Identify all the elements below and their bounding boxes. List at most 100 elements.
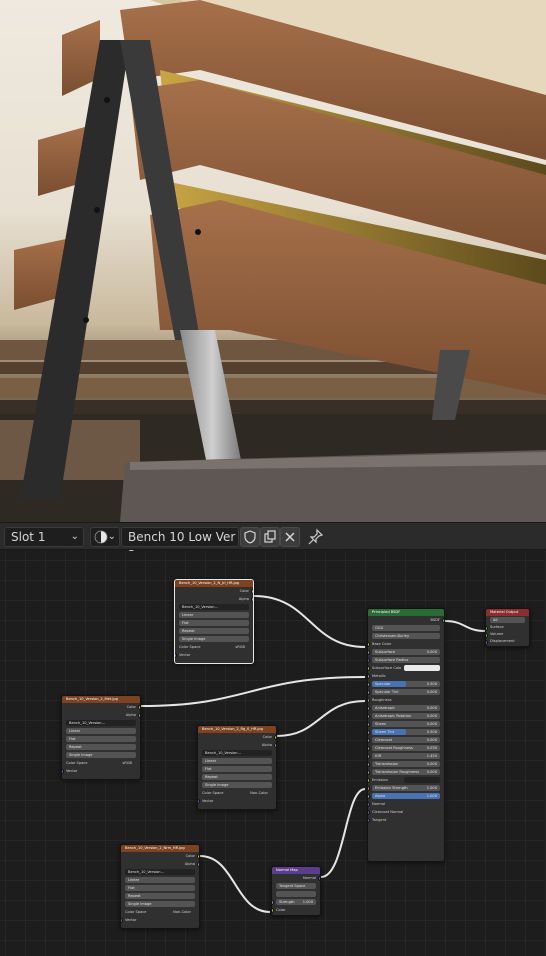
uv-map-field[interactable] <box>272 890 320 898</box>
socket-vector[interactable] <box>62 768 64 774</box>
socket-bsdf[interactable] <box>442 617 444 623</box>
input-anisotropic[interactable]: Anisotropic 0.000 <box>368 704 444 712</box>
input-alpha[interactable]: Alpha 1.000 <box>368 792 444 800</box>
render-viewport[interactable] <box>0 0 546 522</box>
socket-vector[interactable] <box>198 798 200 804</box>
distribution-dropdown[interactable]: GGX <box>368 624 444 632</box>
socket-normal-out[interactable] <box>318 875 320 881</box>
socket-normal[interactable] <box>368 801 370 807</box>
socket-transmission[interactable] <box>368 761 370 767</box>
input-transmission-roughness[interactable]: Transmission Roughness 0.000 <box>368 768 444 776</box>
input-ior[interactable]: IOR 1.450 <box>368 752 444 760</box>
extension-dropdown[interactable]: Repeat <box>121 892 199 900</box>
interpolation-dropdown[interactable]: Linear <box>198 757 276 765</box>
socket-tangent[interactable] <box>368 817 370 823</box>
source-dropdown[interactable]: Single Image <box>175 635 253 643</box>
source-dropdown[interactable]: Single Image <box>198 781 276 789</box>
source-dropdown[interactable]: Single Image <box>121 900 199 908</box>
socket-anisotropic-rotation[interactable] <box>368 713 370 719</box>
socket-strength[interactable] <box>272 899 274 905</box>
source-dropdown[interactable]: Single Image <box>62 751 140 759</box>
image-texture-node-4[interactable]: Bench_10_Version_2_Nrm_HR.jpg Color Alph… <box>120 844 200 929</box>
subsurface-method-dropdown[interactable]: Christensen-Burley <box>368 632 444 640</box>
socket-sheen[interactable] <box>368 721 370 727</box>
socket-roughness[interactable] <box>368 697 370 703</box>
duplicate-material-button[interactable] <box>260 527 280 547</box>
space-dropdown[interactable]: Tangent Space <box>272 882 320 890</box>
material-name-field[interactable]: Bench 10 Low Ver 2 <box>121 527 239 562</box>
input-subsurface[interactable]: Subsurface 0.000 <box>368 648 444 656</box>
input-anisotropic-rotation[interactable]: Anisotropic Rotation 0.000 <box>368 712 444 720</box>
fake-user-button[interactable] <box>240 527 260 547</box>
image-selector[interactable]: Bench_10_Version... <box>198 749 276 757</box>
socket-sheen-tint[interactable] <box>368 729 370 735</box>
projection-dropdown[interactable]: Flat <box>175 619 253 627</box>
socket-specular[interactable] <box>368 681 370 687</box>
socket-surface[interactable] <box>486 625 488 631</box>
node-editor[interactable]: Bench_10_Version_2_N_Jrl_HR.jpg Color Al… <box>0 551 546 956</box>
image-selector[interactable]: Bench_10_Version... <box>175 603 253 611</box>
input-subsurface-color[interactable]: Subsurface Colo <box>368 664 444 672</box>
input-sheen-tint[interactable]: Sheen Tint 0.500 <box>368 728 444 736</box>
socket-specular-tint[interactable] <box>368 689 370 695</box>
colorspace-row[interactable]: Color Space Non-Color <box>121 908 199 916</box>
normal-map-node[interactable]: Normal Map Normal Tangent Space Strength… <box>271 866 321 916</box>
input-sheen[interactable]: Sheen 0.000 <box>368 720 444 728</box>
input-strength[interactable]: Strength 1.000 <box>272 898 320 906</box>
input-transmission[interactable]: Transmission 0.000 <box>368 760 444 768</box>
socket-color[interactable] <box>138 704 140 710</box>
interpolation-dropdown[interactable]: Linear <box>121 876 199 884</box>
socket-vector[interactable] <box>175 652 177 658</box>
interpolation-dropdown[interactable]: Linear <box>175 611 253 619</box>
socket-color-in[interactable] <box>272 907 274 913</box>
projection-dropdown[interactable]: Flat <box>198 765 276 773</box>
interpolation-dropdown[interactable]: Linear <box>62 727 140 735</box>
extension-dropdown[interactable]: Repeat <box>198 773 276 781</box>
socket-volume[interactable] <box>486 632 488 638</box>
target-dropdown[interactable]: All <box>486 616 529 624</box>
socket-subsurface[interactable] <box>368 649 370 655</box>
image-texture-node-3[interactable]: Bench_10_Version_2_Rg_0_HR.jpg Color Alp… <box>197 725 277 810</box>
input-subsurface-radius[interactable]: Subsurface Radius <box>368 656 444 664</box>
image-selector[interactable]: Bench_10_Version... <box>121 868 199 876</box>
image-texture-node-1[interactable]: Bench_10_Version_2_N_Jrl_HR.jpg Color Al… <box>174 579 254 664</box>
socket-emission[interactable] <box>368 777 370 783</box>
input-emission[interactable]: Emission <box>368 776 444 784</box>
material-browse-button[interactable]: ⌄ <box>90 527 120 547</box>
image-selector[interactable]: Bench_10_Version... <box>62 719 140 727</box>
extension-dropdown[interactable]: Repeat <box>175 627 253 635</box>
socket-anisotropic[interactable] <box>368 705 370 711</box>
socket-alpha[interactable] <box>251 596 253 602</box>
colorspace-row[interactable]: Color Space sRGB <box>62 759 140 767</box>
socket-subsurface-color[interactable] <box>368 665 370 671</box>
image-texture-node-2[interactable]: Bench_10_Version_2_Met.jpg Color Alpha B… <box>61 695 141 780</box>
socket-alpha[interactable] <box>197 861 199 867</box>
projection-dropdown[interactable]: Flat <box>121 884 199 892</box>
input-specular-tint[interactable]: Specular Tint 0.000 <box>368 688 444 696</box>
principled-bsdf-node[interactable]: Principled BSDF BSDF GGX Christensen-Bur… <box>367 608 445 862</box>
input-specular[interactable]: Specular 0.500 <box>368 680 444 688</box>
socket-displacement[interactable] <box>486 639 488 645</box>
socket-clearcoat-roughness[interactable] <box>368 745 370 751</box>
input-clearcoat[interactable]: Clearcoat 0.000 <box>368 736 444 744</box>
socket-subsurface-radius[interactable] <box>368 657 370 663</box>
socket-ior[interactable] <box>368 753 370 759</box>
socket-alpha[interactable] <box>138 712 140 718</box>
socket-alpha[interactable] <box>368 793 370 799</box>
socket-transmission-roughness[interactable] <box>368 769 370 775</box>
unlink-material-button[interactable] <box>280 527 300 547</box>
extension-dropdown[interactable]: Repeat <box>62 743 140 751</box>
socket-clearcoat-normal[interactable] <box>368 809 370 815</box>
socket-metallic[interactable] <box>368 673 370 679</box>
socket-emission-strength[interactable] <box>368 785 370 791</box>
socket-alpha[interactable] <box>274 742 276 748</box>
socket-color[interactable] <box>197 853 199 859</box>
slot-dropdown[interactable]: Slot 1 ⌄ <box>4 527 84 547</box>
colorspace-row[interactable]: Color Space Non-Color <box>198 789 276 797</box>
socket-clearcoat[interactable] <box>368 737 370 743</box>
projection-dropdown[interactable]: Flat <box>62 735 140 743</box>
socket-color[interactable] <box>274 734 276 740</box>
input-clearcoat-roughness[interactable]: Clearcoat Roughness 0.030 <box>368 744 444 752</box>
material-output-node[interactable]: Material Output All Surface Volume Displ… <box>485 608 530 647</box>
socket-color[interactable] <box>251 588 253 594</box>
